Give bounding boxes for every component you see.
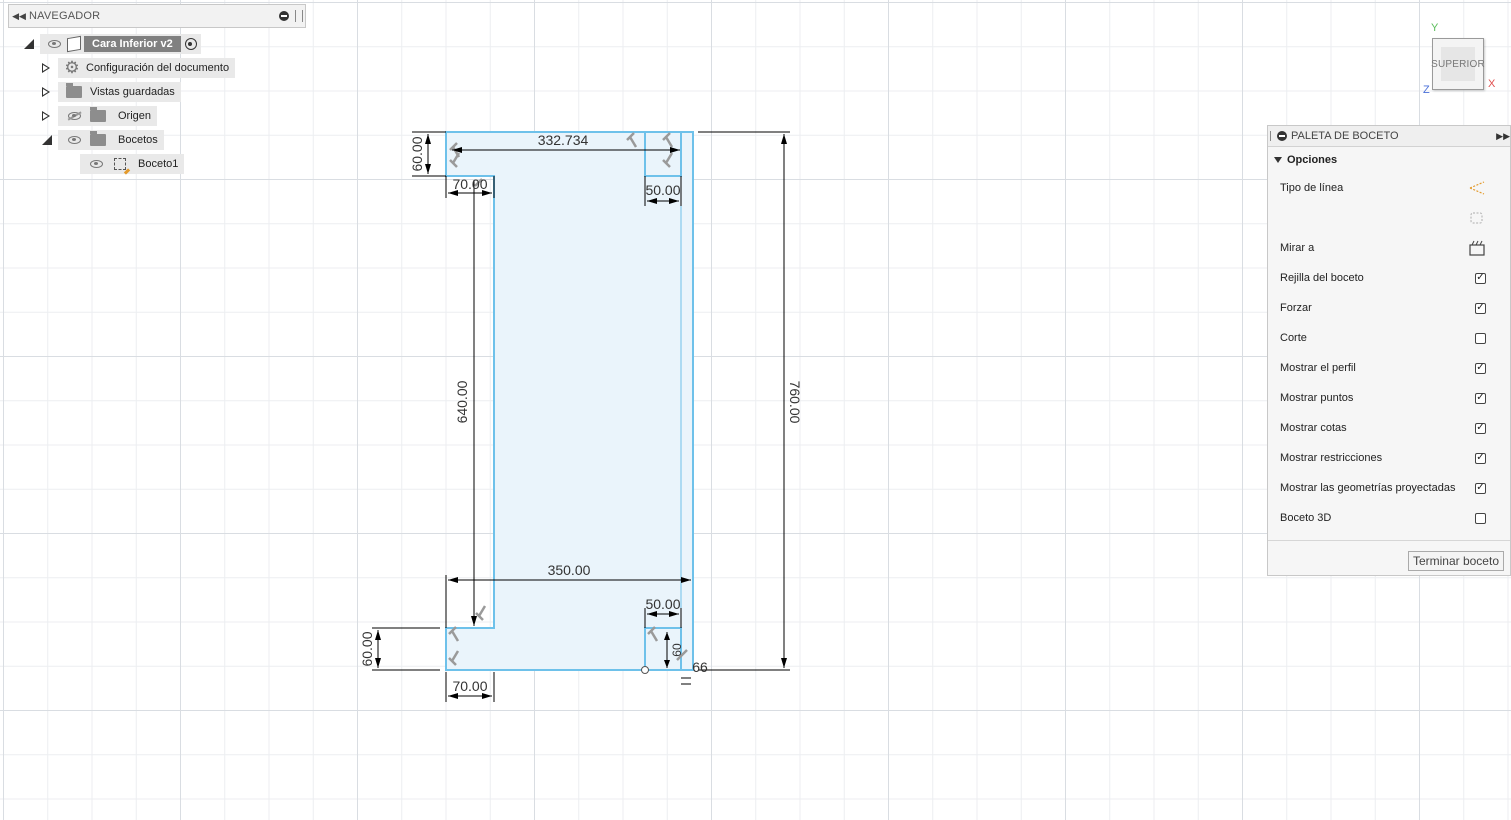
viewcube-face-top[interactable]: SUPERIOR <box>1431 38 1485 90</box>
option-label: Mirar a <box>1280 242 1315 254</box>
option-row: Mostrar puntos ✓ <box>1268 383 1510 413</box>
option-label: Rejilla del boceto <box>1280 272 1364 284</box>
option-row: Mostrar las geometrías proyectadas ✓ <box>1268 473 1510 503</box>
folder-icon <box>88 130 108 150</box>
expanded-triangle-icon[interactable] <box>1274 157 1282 163</box>
finish-sketch-button[interactable]: Terminar boceto <box>1407 551 1504 571</box>
tree-item-label: Boceto1 <box>138 158 179 170</box>
option-label: Mostrar el perfil <box>1280 362 1356 374</box>
axis-x-label: X <box>1488 78 1496 90</box>
grip-icon[interactable] <box>295 10 303 22</box>
palette-title: PALETA DE BOCETO <box>1291 130 1399 142</box>
sketch-palette: PALETA DE BOCETO ▶▶ Opciones Tipo de lín… <box>1267 125 1511 576</box>
dim-top-right-width[interactable]: 50.00 <box>645 182 680 198</box>
axis-y-label: Y <box>1431 22 1439 34</box>
grip-icon[interactable] <box>1270 131 1273 141</box>
option-checkbox[interactable] <box>1475 512 1486 524</box>
dim-bottom-left-height[interactable]: 60.00 <box>359 631 375 666</box>
tree-item-saved-views[interactable]: Vistas guardadas <box>42 82 181 102</box>
tree-item-sketches[interactable]: Bocetos <box>42 130 164 150</box>
option-checkbox[interactable]: ✓ <box>1475 392 1486 404</box>
sketch-icon <box>110 154 130 174</box>
dim-total-height[interactable]: 760.00 <box>787 381 803 424</box>
option-label: Mostrar las geometrías proyectadas <box>1280 482 1456 494</box>
dim-left-height[interactable]: 640.00 <box>454 380 470 423</box>
option-row: Mostrar el perfil ✓ <box>1268 353 1510 383</box>
viewcube[interactable]: Y X Z SUPERIOR <box>1420 22 1500 102</box>
dim-bottom-small-a[interactable]: 60 <box>670 643 684 657</box>
option-checkbox[interactable]: ✓ <box>1475 302 1486 314</box>
eye-icon[interactable] <box>64 130 84 150</box>
navigator-title: NAVEGADOR <box>29 10 101 22</box>
tree-item-origin[interactable]: Origen <box>42 106 158 126</box>
navigator-header[interactable]: ◀◀ NAVEGADOR <box>8 4 306 28</box>
folder-icon <box>88 106 108 126</box>
option-look-at: Mirar a <box>1268 233 1510 263</box>
tree-item-label: Vistas guardadas <box>90 86 175 98</box>
option-checkbox[interactable]: ✓ <box>1475 422 1486 434</box>
expanded-triangle-icon[interactable] <box>24 39 34 49</box>
expand-right-icon[interactable]: ▶▶ <box>1496 131 1510 142</box>
sketch-point[interactable] <box>641 666 649 674</box>
viewcube-face-label: SUPERIOR <box>1431 58 1485 70</box>
expanded-triangle-icon[interactable] <box>42 135 52 145</box>
option-checkbox[interactable]: ✓ <box>1475 482 1486 494</box>
option-row: Mostrar restricciones ✓ <box>1268 443 1510 473</box>
tree-item-sketch1[interactable]: Boceto1 <box>80 154 185 174</box>
look-at-icon[interactable] <box>1468 240 1486 256</box>
option-checkbox[interactable] <box>1475 332 1486 344</box>
dim-top-left-width[interactable]: 70.00 <box>452 176 487 192</box>
dim-bottom-small-b[interactable]: 66 <box>692 659 708 675</box>
tree-item-label: Origen <box>118 110 152 122</box>
dim-top-width[interactable]: 332.734 <box>538 132 589 148</box>
option-checkbox[interactable]: ✓ <box>1475 452 1486 464</box>
tree-item-label: Configuración del documento <box>86 62 230 74</box>
tree-root[interactable]: Cara Inferior v2 <box>24 34 201 54</box>
dim-bottom-width[interactable]: 350.00 <box>548 562 591 578</box>
palette-header[interactable]: PALETA DE BOCETO ▶▶ <box>1268 126 1510 147</box>
root-component-label: Cara Inferior v2 <box>84 36 181 52</box>
eye-icon[interactable] <box>44 34 64 54</box>
option-checkbox[interactable]: ✓ <box>1475 272 1486 284</box>
folder-icon <box>64 82 84 102</box>
option-line-type: Tipo de línea <box>1268 173 1510 203</box>
option-row: Forzar ✓ <box>1268 293 1510 323</box>
minimize-icon[interactable] <box>279 11 289 21</box>
option-label: Tipo de línea <box>1280 182 1344 194</box>
option-row: Boceto 3D <box>1268 503 1510 533</box>
palette-footer: Terminar boceto <box>1268 540 1510 577</box>
collapse-left-icon[interactable]: ◀◀ <box>9 11 29 22</box>
tree-item-label: Bocetos <box>118 134 158 146</box>
sketch-profile[interactable] <box>446 132 693 670</box>
component-icon <box>64 34 84 54</box>
option-row: Rejilla del boceto ✓ <box>1268 263 1510 293</box>
eye-icon[interactable] <box>86 154 106 174</box>
option-label: Mostrar restricciones <box>1280 452 1383 464</box>
option-line-type-secondary <box>1268 203 1510 233</box>
option-label: Mostrar puntos <box>1280 392 1354 404</box>
construction-line-icon[interactable] <box>1468 180 1486 196</box>
option-label: Forzar <box>1280 302 1312 314</box>
option-label: Mostrar cotas <box>1280 422 1347 434</box>
options-section-title: Opciones <box>1287 154 1338 166</box>
centerline-icon[interactable] <box>1468 210 1486 226</box>
collapsed-triangle-icon[interactable] <box>42 87 50 97</box>
collapsed-triangle-icon[interactable] <box>42 63 50 73</box>
collapsed-triangle-icon[interactable] <box>42 111 50 121</box>
dim-bottom-right-width[interactable]: 50.00 <box>645 596 680 612</box>
dim-bottom-left-width[interactable]: 70.00 <box>452 678 487 694</box>
option-row: Corte <box>1268 323 1510 353</box>
option-label: Corte <box>1280 332 1307 344</box>
axis-z-label: Z <box>1423 84 1430 96</box>
gear-icon: ⚙ <box>64 58 80 77</box>
option-row: Mostrar cotas ✓ <box>1268 413 1510 443</box>
dim-top-left-height[interactable]: 60.00 <box>409 136 425 171</box>
option-checkbox[interactable]: ✓ <box>1475 362 1486 374</box>
option-label: Boceto 3D <box>1280 512 1332 524</box>
minimize-icon[interactable] <box>1277 131 1287 141</box>
options-section[interactable]: Opciones <box>1268 147 1510 173</box>
eye-hidden-icon[interactable] <box>64 106 84 126</box>
activate-radio-icon[interactable] <box>184 38 197 50</box>
tree-item-document-settings[interactable]: ⚙ Configuración del documento <box>42 58 236 78</box>
